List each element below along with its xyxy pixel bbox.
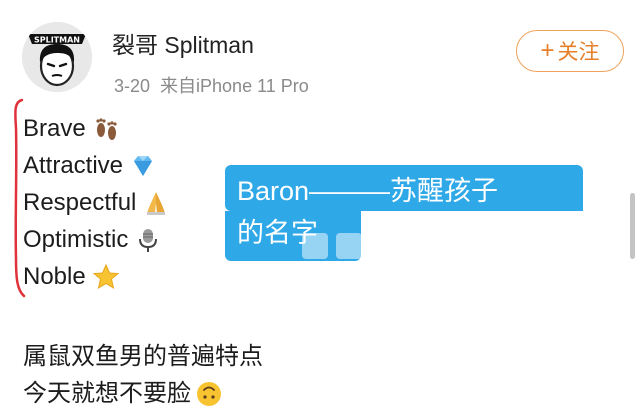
scrollbar[interactable] [630, 193, 635, 259]
trait-label: Optimistic [23, 226, 129, 253]
post-body: 属鼠双鱼男的普遍特点 今天就想不要脸 [23, 338, 263, 410]
list-item: Brave [23, 110, 170, 147]
plus-icon: + [540, 37, 555, 64]
upside-down-face-icon [195, 380, 223, 408]
trait-label: Attractive [23, 152, 124, 179]
post-meta: 3-20 来自iPhone 11 Pro [114, 72, 319, 98]
list-item: Respectful [23, 184, 170, 221]
weibo-post: SPLITMAN 裂哥 Splitman 3-20 来自iPhone 11 Pro… [0, 0, 640, 410]
traits-list: Brave Attractive Respectful Optimistic N… [23, 110, 170, 295]
watermark-logo [302, 233, 362, 259]
avatar-logo-text: SPLITMAN [34, 36, 80, 45]
trait-label: Noble [23, 263, 86, 290]
body-line2-text: 今天就想不要脸 [23, 380, 191, 407]
body-line: 今天就想不要脸 [23, 375, 263, 410]
avatar[interactable]: SPLITMAN [22, 22, 92, 92]
trait-label: Brave [23, 115, 86, 142]
list-item: Optimistic [23, 221, 170, 258]
list-item: Attractive [23, 147, 170, 184]
body-line1-text: 属鼠双鱼男的普遍特点 [23, 343, 263, 370]
star-icon [92, 263, 120, 291]
author-name[interactable]: 裂哥 Splitman [112, 26, 254, 60]
footprints-icon [92, 115, 120, 143]
list-item: Noble [23, 258, 170, 295]
trait-label: Respectful [23, 189, 137, 216]
follow-button[interactable]: + 关注 [516, 30, 624, 72]
follow-label: 关注 [557, 41, 600, 64]
post-date: 3-20 [114, 76, 151, 96]
post-source: 来自iPhone 11 Pro [160, 76, 309, 96]
gem-icon [129, 152, 157, 180]
caption-highlight-line1: Baron———苏醒孩子 [225, 165, 583, 211]
body-line: 属鼠双鱼男的普遍特点 [23, 338, 263, 375]
folded-hands-icon [142, 189, 170, 217]
microphone-icon [134, 226, 162, 254]
